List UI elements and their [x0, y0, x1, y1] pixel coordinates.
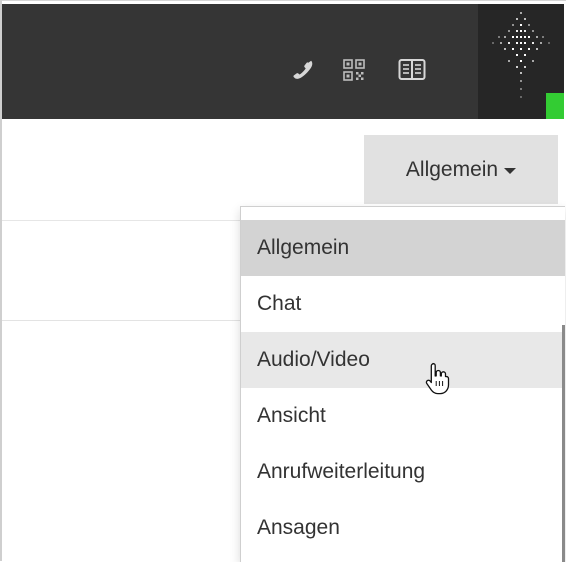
menu-item-label: Allgemein: [257, 236, 350, 259]
top-header-bar: [2, 4, 564, 119]
menu-item-ansagen[interactable]: Ansagen: [241, 500, 565, 556]
dropdown-selected-label: Allgemein: [405, 157, 499, 181]
menu-item-label: Audio/Video: [257, 348, 370, 371]
content-divider: [2, 320, 242, 321]
menu-item-anrufweiterleitung[interactable]: Anrufweiterleitung: [241, 444, 565, 500]
menu-item-label: Anrufweiterleitung: [257, 460, 426, 483]
caret-down-icon: [504, 167, 517, 174]
menu-scrollbar[interactable]: [562, 325, 565, 562]
menu-item-audio-video[interactable]: Audio/Video: [241, 332, 565, 388]
menu-item-chat[interactable]: Chat: [241, 276, 565, 332]
phone-icon[interactable]: [281, 48, 325, 92]
menu-item-allgemein[interactable]: Allgemein: [241, 220, 565, 276]
category-dropdown-button[interactable]: Allgemein: [364, 135, 558, 204]
pointer-hand-icon: [424, 361, 452, 402]
category-dropdown-menu: Allgemein Chat Audio/Video Ansicht Anruf…: [240, 206, 565, 562]
brand-accent-bar: [546, 93, 564, 119]
menu-item-label: Chat: [257, 292, 302, 315]
brand-logo: [478, 4, 564, 119]
qr-code-icon[interactable]: [332, 48, 376, 92]
menu-item-label: Ansagen: [257, 516, 340, 539]
menu-item-label: Ansicht: [257, 404, 326, 427]
book-icon[interactable]: [390, 48, 434, 92]
window-edge-top: [0, 0, 566, 1]
menu-item-ansicht[interactable]: Ansicht: [241, 388, 565, 444]
